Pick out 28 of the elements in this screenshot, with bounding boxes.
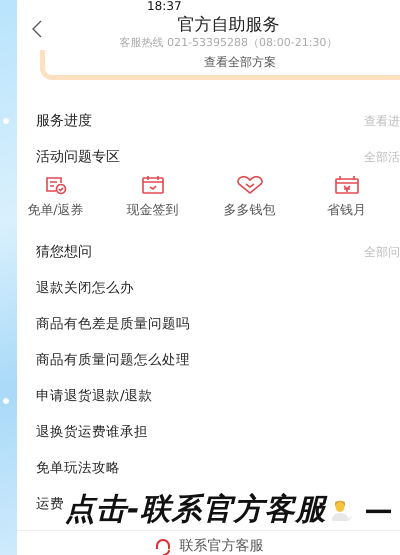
contact-service-link[interactable]: 联系官方客服	[180, 538, 264, 554]
calendar-icon	[140, 175, 164, 195]
shortcut-item[interactable]: 免单/返券	[7, 175, 104, 234]
question-link[interactable]: 退换货运费谁承担	[36, 423, 148, 441]
hotline-text: 客服热线 021-53395288（08:00-21:30）	[120, 36, 338, 50]
question-link[interactable]: 申请退货退款/退款	[36, 387, 153, 405]
section-title: 服务进度	[36, 112, 92, 130]
back-icon[interactable]	[31, 20, 43, 38]
question-link[interactable]: 免单玩法攻略	[36, 459, 120, 477]
section-title: 活动问题专区	[36, 148, 120, 166]
question-link[interactable]: 退款关闭怎么办	[36, 279, 134, 297]
person-icon	[330, 498, 352, 520]
coupon-icon	[44, 175, 66, 195]
caption-text: 点击-联系官方客服	[65, 491, 326, 529]
question-link[interactable]: 商品有色差是质量问题吗	[36, 315, 190, 333]
section-title: 猜您想问	[36, 243, 92, 261]
status-time: 18:37	[147, 2, 182, 10]
view-all-link[interactable]: 查看全部方案	[204, 54, 276, 71]
caption-dash: —	[364, 493, 392, 526]
heart-icon	[236, 175, 264, 195]
page-title: 官方自助服务	[178, 14, 280, 36]
shortcut-item[interactable]: 现金签到	[104, 175, 201, 234]
headset-icon	[154, 538, 172, 555]
question-link[interactable]: 商品有质量问题怎么处理	[36, 351, 190, 369]
question-link[interactable]: 运费	[36, 495, 64, 513]
shortcut-item[interactable]: 省钱月	[298, 175, 395, 234]
shortcut-item[interactable]: 多多钱包	[201, 175, 298, 234]
card-icon	[334, 175, 360, 195]
